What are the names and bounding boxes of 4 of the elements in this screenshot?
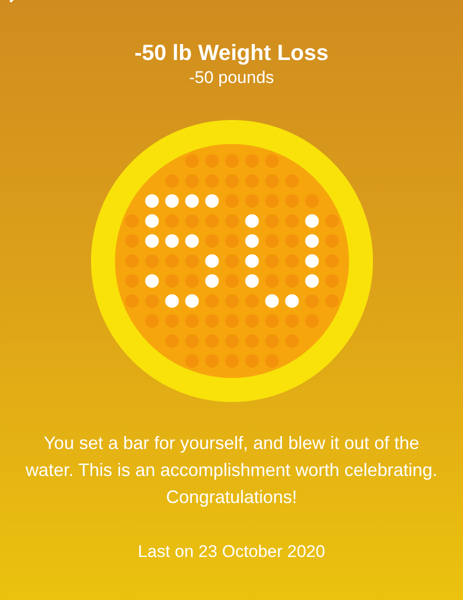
badge-subtitle: -50 pounds	[188, 67, 274, 89]
earned-date: Last on 23 October 2020	[138, 541, 326, 563]
badge-title: -50 lb Weight Loss	[134, 40, 328, 66]
badge-message: You set a bar for yourself, and blew it out of the water. This is an accomplishment worth celebrating. Congratulations!	[24, 432, 438, 509]
